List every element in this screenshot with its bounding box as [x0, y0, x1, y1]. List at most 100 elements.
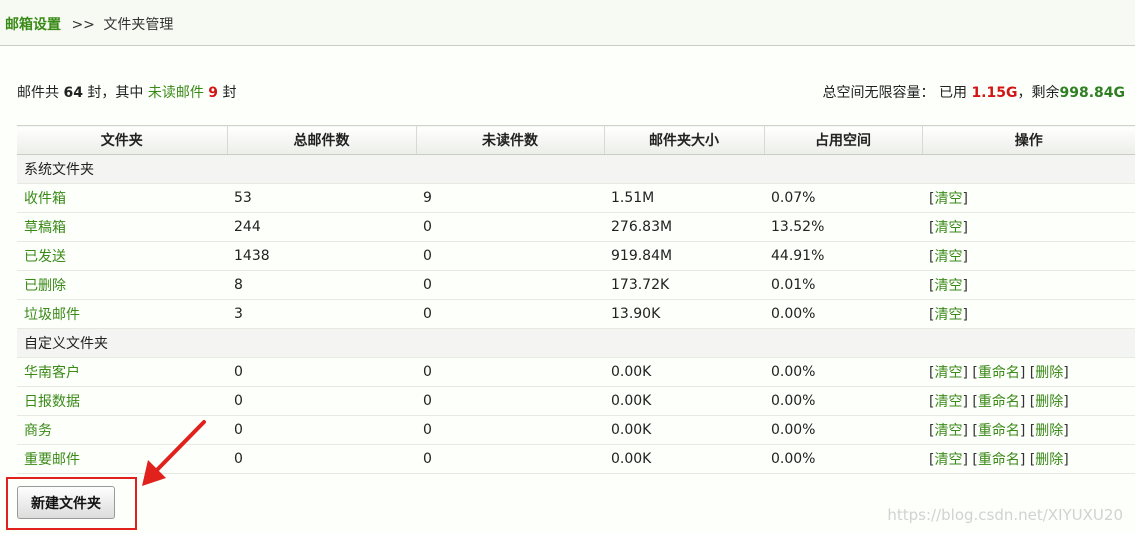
- folder-size-cell: 0.00K: [604, 386, 764, 416]
- actions-cell: [清空]: [922, 212, 1135, 242]
- folder-name-cell: 华南客户: [17, 357, 227, 387]
- unread-count-cell: 9: [416, 183, 604, 213]
- capacity-label: 总空间无限容量：: [822, 85, 935, 101]
- breadcrumb: 邮箱设置 >> 文件夹管理: [0, 0, 1135, 46]
- header-unread: 未读件数: [416, 125, 605, 155]
- action-bracket: ]: [962, 278, 968, 294]
- table-row: 已发送 1438 0 919.84M 44.91% [清空]: [17, 241, 1135, 271]
- storage-summary: 总空间无限容量： 已用 1.15G，剩余998.84G: [823, 82, 1125, 102]
- folder-size-cell: 276.83M: [604, 212, 764, 242]
- usage-cell: 0.01%: [764, 270, 922, 300]
- breadcrumb-root-link[interactable]: 邮箱设置: [5, 17, 61, 33]
- unread-count-cell: 0: [416, 241, 604, 271]
- action-bracket: ]: [962, 249, 968, 265]
- clear-action-link[interactable]: 清空: [934, 220, 962, 236]
- folder-name-cell: 已发送: [17, 241, 227, 271]
- table-row: 已删除 8 0 173.72K 0.01% [清空]: [17, 270, 1135, 300]
- clear-action-link[interactable]: 清空: [934, 191, 962, 207]
- folder-name-link[interactable]: 垃圾邮件: [24, 307, 80, 323]
- summary-mid: 封，其中: [87, 85, 144, 101]
- action-bracket: ]: [1063, 423, 1069, 439]
- unread-count-cell: 0: [416, 212, 604, 242]
- total-count-cell: 244: [227, 212, 416, 242]
- table-row: 日报数据 0 0 0.00K 0.00% [清空] [重命名] [删除]: [17, 386, 1135, 416]
- folder-size-cell: 13.90K: [604, 299, 764, 329]
- clear-action-link[interactable]: 清空: [934, 307, 962, 323]
- rename-action-link[interactable]: 重命名: [978, 365, 1020, 381]
- clear-action-link[interactable]: 清空: [934, 452, 962, 468]
- table-row: 华南客户 0 0 0.00K 0.00% [清空] [重命名] [删除]: [17, 357, 1135, 387]
- summary-prefix: 邮件共: [17, 85, 59, 101]
- folder-name-link[interactable]: 已删除: [24, 278, 66, 294]
- clear-action-link[interactable]: 清空: [934, 278, 962, 294]
- table-row: 垃圾邮件 3 0 13.90K 0.00% [清空]: [17, 299, 1135, 329]
- usage-cell: 44.91%: [764, 241, 922, 271]
- used-label: 已用: [938, 85, 967, 101]
- usage-cell: 0.00%: [764, 386, 922, 416]
- delete-action-link[interactable]: 删除: [1035, 423, 1063, 439]
- delete-action-link[interactable]: 删除: [1035, 452, 1063, 468]
- unread-count-cell: 0: [416, 444, 604, 474]
- action-bracket: ]: [1063, 452, 1069, 468]
- used-space: 1.15G: [971, 85, 1018, 101]
- clear-action-link[interactable]: 清空: [934, 365, 962, 381]
- total-count-cell: 1438: [227, 241, 416, 271]
- unread-mail-link[interactable]: 未读邮件: [148, 85, 204, 101]
- remain-label: ，剩余: [1017, 85, 1060, 101]
- actions-cell: [清空] [重命名] [删除]: [922, 415, 1135, 445]
- clear-action-link[interactable]: 清空: [934, 423, 962, 439]
- rename-action-link[interactable]: 重命名: [978, 452, 1020, 468]
- folder-name-cell: 已删除: [17, 270, 227, 300]
- folder-name-link[interactable]: 华南客户: [24, 365, 80, 381]
- unread-count-cell: 0: [416, 386, 604, 416]
- usage-cell: 0.00%: [764, 444, 922, 474]
- folder-name-cell: 收件箱: [17, 183, 227, 213]
- table-header-row: 文件夹 总邮件数 未读件数 邮件夹大小 占用空间 操作: [17, 125, 1135, 155]
- header-total: 总邮件数: [227, 125, 417, 155]
- action-bracket: ]: [1063, 365, 1069, 381]
- annotation-arrow: [142, 420, 206, 486]
- delete-action-link[interactable]: 删除: [1035, 394, 1063, 410]
- folder-name-link[interactable]: 收件箱: [24, 191, 66, 207]
- action-bracket: ]: [1063, 394, 1069, 410]
- total-mail-count: 64: [63, 85, 83, 101]
- folder-name-link[interactable]: 重要邮件: [24, 452, 80, 468]
- folder-name-cell: 垃圾邮件: [17, 299, 227, 329]
- total-count-cell: 8: [227, 270, 416, 300]
- folder-group-label: 自定义文件夹: [17, 328, 1135, 358]
- remaining-space: 998.84G: [1059, 85, 1125, 101]
- unread-count-cell: 0: [416, 270, 604, 300]
- usage-cell: 0.00%: [764, 357, 922, 387]
- usage-cell: 0.00%: [764, 299, 922, 329]
- action-bracket: ]: [962, 191, 968, 207]
- breadcrumb-current: 文件夹管理: [103, 17, 174, 33]
- usage-cell: 13.52%: [764, 212, 922, 242]
- folder-group-row: 系统文件夹: [17, 154, 1135, 184]
- clear-action-link[interactable]: 清空: [934, 394, 962, 410]
- header-size: 邮件夹大小: [604, 125, 765, 155]
- usage-cell: 0.00%: [764, 415, 922, 445]
- watermark: https://blog.csdn.net/XIYUXU20: [887, 506, 1123, 524]
- rename-action-link[interactable]: 重命名: [978, 394, 1020, 410]
- total-count-cell: 0: [227, 444, 416, 474]
- folder-size-cell: 1.51M: [604, 183, 764, 213]
- folder-size-cell: 0.00K: [604, 357, 764, 387]
- total-count-cell: 0: [227, 386, 416, 416]
- folder-size-cell: 0.00K: [604, 415, 764, 445]
- header-folder: 文件夹: [17, 125, 228, 155]
- folder-group-row: 自定义文件夹: [17, 328, 1135, 358]
- delete-action-link[interactable]: 删除: [1035, 365, 1063, 381]
- clear-action-link[interactable]: 清空: [934, 249, 962, 265]
- folder-name-link[interactable]: 日报数据: [24, 394, 80, 410]
- folder-name-link[interactable]: 草稿箱: [24, 220, 66, 236]
- unread-count-cell: 0: [416, 357, 604, 387]
- rename-action-link[interactable]: 重命名: [978, 423, 1020, 439]
- folder-name-cell: 日报数据: [17, 386, 227, 416]
- folder-size-cell: 919.84M: [604, 241, 764, 271]
- folder-name-link[interactable]: 已发送: [24, 249, 66, 265]
- mail-count-summary: 邮件共 64 封，其中 未读邮件 9 封: [17, 82, 237, 102]
- total-count-cell: 0: [227, 415, 416, 445]
- folder-name-link[interactable]: 商务: [24, 423, 52, 439]
- folder-name-cell: 草稿箱: [17, 212, 227, 242]
- breadcrumb-separator: >>: [71, 17, 95, 33]
